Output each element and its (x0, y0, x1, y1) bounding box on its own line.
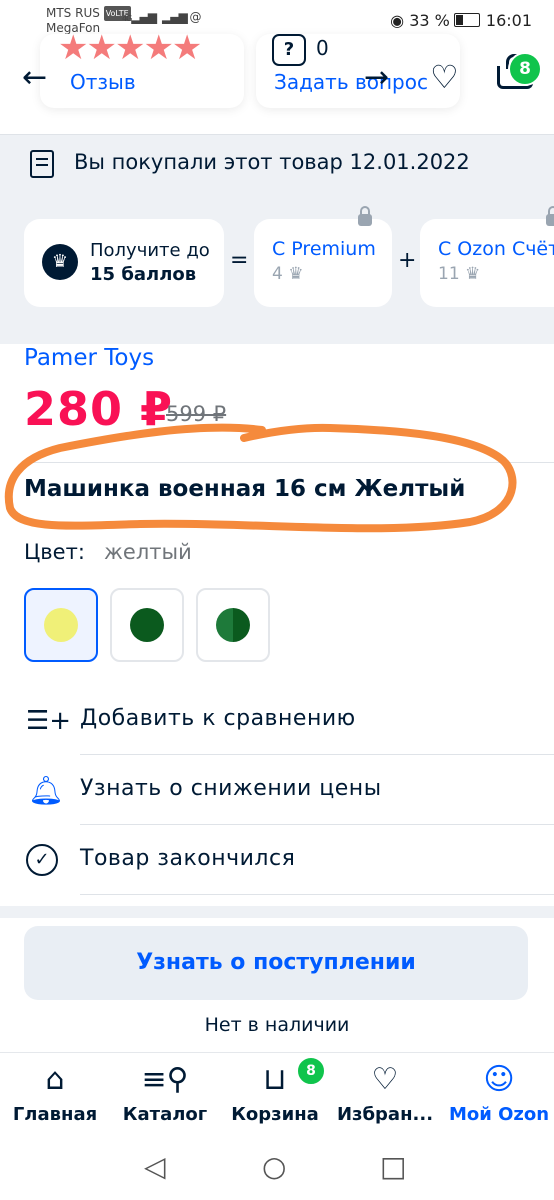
crown-small-icon: ♛ (288, 264, 304, 284)
price-drop-action[interactable]: Узнать о снижении цены (80, 776, 382, 801)
ask-question-label[interactable]: Задать вопрос (274, 70, 428, 94)
section-gap (0, 906, 554, 918)
lock-icon (358, 206, 372, 226)
lock-icon (546, 206, 554, 226)
points-line1: Получите до (90, 240, 210, 261)
status-right: ◉ 33 % 16:01 (390, 11, 532, 30)
points-line2: 15 баллов (90, 264, 197, 285)
nav-catalog[interactable]: ≡⚲ Каталог (110, 1060, 220, 1125)
home-icon: ⌂ (45, 1062, 65, 1097)
review-label[interactable]: Отзыв (70, 70, 136, 94)
color-swatch-dark-green[interactable] (110, 588, 184, 662)
signal-icon: 4G▂▄▆ (122, 10, 157, 24)
signal-icon-2: ▂▄▆ @ (162, 10, 201, 24)
favorite-heart-icon[interactable]: ♡ (430, 58, 459, 96)
crown-small-icon: ♛ (465, 264, 481, 284)
premium-card[interactable] (254, 219, 392, 307)
catalog-search-icon: ≡⚲ (141, 1062, 189, 1097)
premium-title: С Premium (272, 238, 376, 260)
divider (80, 824, 554, 825)
ozon-account-title: С Ozon Счёт (438, 238, 554, 260)
divider (80, 894, 554, 895)
ozon-account-card[interactable] (420, 219, 554, 307)
share-arrow-icon[interactable]: → (364, 60, 389, 95)
recents-square-icon[interactable]: □ (380, 1150, 406, 1183)
heart-icon: ♡ (371, 1062, 399, 1097)
battery-icon (453, 13, 480, 27)
nav-home[interactable]: ⌂ Главная (0, 1060, 110, 1125)
brand-link[interactable]: Pamer Toys (24, 345, 154, 371)
color-swatch-green[interactable] (196, 588, 270, 662)
back-triangle-icon[interactable]: ◁ (144, 1150, 166, 1183)
bell-icon: 🔔︎ (28, 774, 64, 807)
questions-count: 0 (316, 36, 329, 60)
nav-my-ozon[interactable]: ☺ Мой Ozon (444, 1060, 554, 1125)
color-dot (216, 608, 250, 642)
smile-icon: ☺ (483, 1062, 515, 1097)
back-arrow-icon[interactable]: ← (22, 60, 47, 95)
purchase-info: Вы покупали этот товар 12.01.2022 (74, 150, 470, 174)
divider (80, 754, 554, 755)
crown-icon: ♛ (42, 244, 78, 280)
compare-icon: ☰+ (26, 706, 72, 736)
cart-badge: 8 (508, 52, 542, 86)
color-dot (44, 608, 78, 642)
availability-status: Нет в наличии (204, 1014, 350, 1036)
rating-stars: ★★★★★ (58, 28, 202, 68)
question-icon: ? (272, 34, 306, 66)
check-circle-icon: ✓ (26, 844, 58, 876)
color-dot (130, 608, 164, 642)
hand-drawn-highlight (4, 423, 517, 533)
color-swatch-yellow[interactable] (24, 588, 98, 662)
out-of-stock-status: Товар закончился (80, 846, 296, 871)
nav-favorites[interactable]: ♡ Избран... (330, 1060, 440, 1125)
home-circle-icon[interactable]: ○ (262, 1150, 286, 1183)
compare-action[interactable]: Добавить к сравнению (80, 706, 356, 731)
eye-icon: ◉ (390, 11, 405, 30)
equals-sign: = (230, 248, 249, 273)
divider (0, 134, 554, 135)
ozon-account-value: 11 ♛ (438, 264, 481, 284)
receipt-icon (30, 150, 54, 178)
cart-nav-badge: 8 (296, 1056, 326, 1086)
premium-value: 4 ♛ (272, 264, 304, 284)
plus-sign: + (398, 248, 417, 273)
notify-availability-button[interactable]: Узнать о поступлении (24, 926, 528, 1000)
